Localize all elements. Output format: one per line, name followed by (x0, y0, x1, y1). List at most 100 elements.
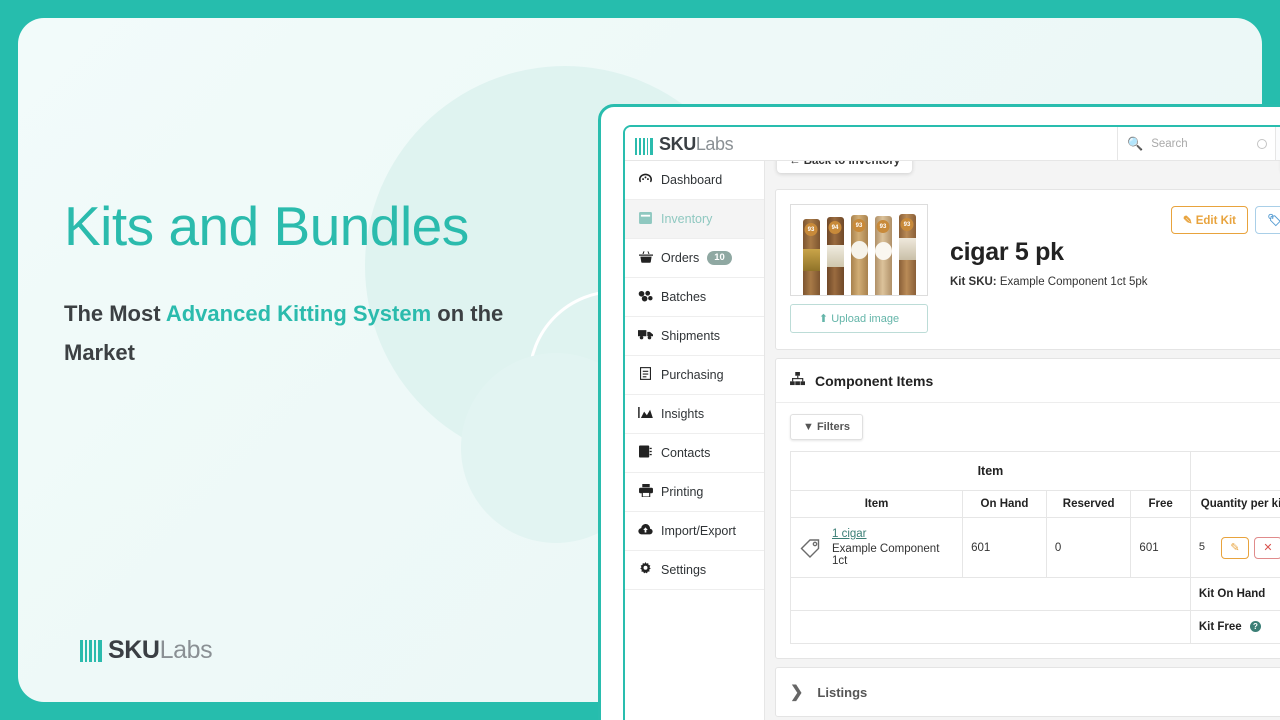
product-image: 93 94 93 93 93 (790, 204, 928, 296)
cloud-upload-icon (637, 523, 654, 539)
sidebar-label-batches: Batches (661, 290, 707, 304)
sidebar-item-contacts[interactable]: Contacts (625, 434, 764, 473)
cigar-band-4 (874, 242, 892, 260)
group-header-blank (1189, 451, 1280, 491)
cell-free: 601 (1130, 517, 1191, 578)
document-icon (637, 367, 654, 383)
globe-icon[interactable] (1275, 127, 1280, 160)
app-outer-frame: SKULabs 🔍 Dashboard (598, 104, 1280, 720)
column-reserved: Reserved (1045, 490, 1132, 518)
listings-label: Listings (817, 684, 868, 700)
price-tag-icon (799, 536, 823, 560)
product-card: 93 94 93 93 93 ⬆ Upload image cigar 5 pk… (775, 189, 1280, 350)
sidebar-label-settings: Settings (661, 563, 707, 577)
cigar-band-3 (850, 241, 868, 259)
column-quantity-per-kit: Quantity per kit (1189, 490, 1280, 518)
upload-image-label: Upload image (831, 313, 900, 325)
sidebar-item-orders[interactable]: Orders 10 (625, 239, 764, 278)
app-body: Dashboard Inventory Orders 10 Batches Sh… (625, 161, 1280, 720)
hero-logo: SKULabs (80, 636, 213, 664)
cigar-5: 93 (898, 214, 916, 295)
sidebar-item-purchasing[interactable]: Purchasing (625, 356, 764, 395)
app-logo[interactable]: SKULabs (625, 133, 734, 155)
truck-icon (637, 329, 654, 343)
table-footer-row-kit-free: Kit Free ? (790, 610, 1280, 644)
back-to-inventory-button[interactable]: ← Back to Inventory (777, 161, 913, 173)
hero-logo-sku: SKU (108, 636, 160, 664)
hero-logo-labs: Labs (159, 636, 213, 664)
filters-button[interactable]: ▼ Filters (790, 414, 863, 440)
dashboard-icon (637, 173, 654, 187)
chevron-right-icon: ❯ (790, 684, 804, 701)
listings-card[interactable]: ❯ Listings (775, 667, 1280, 717)
back-to-inventory-label: Back to Inventory (803, 161, 901, 167)
cigar-band-1 (802, 249, 820, 271)
sidebar-label-inventory: Inventory (661, 212, 713, 226)
printer-icon (637, 484, 654, 500)
cell-reserved: 0 (1045, 517, 1132, 578)
table-row: 1 cigar Example Component 1ct 601 0 601 (789, 517, 1280, 578)
quantity-value: 5 (1198, 540, 1205, 553)
gear-icon (637, 562, 654, 578)
orders-badge: 10 (707, 250, 732, 266)
sidebar-item-printing[interactable]: Printing (625, 473, 764, 512)
hero-title: Kits and Bundles (64, 195, 469, 257)
component-items-card: Component Items ▼ Filters Item Item On H… (775, 358, 1280, 659)
sidebar-label-shipments: Shipments (661, 329, 721, 343)
sidebar-label-purchasing: Purchasing (661, 368, 724, 382)
pencil-icon: ✎ (1182, 215, 1193, 227)
footer-blank-2 (790, 610, 1191, 644)
filters-label: Filters (816, 421, 850, 433)
sidebar-item-import-export[interactable]: Import/Export (625, 512, 764, 551)
batches-icon (637, 290, 654, 305)
delete-component-button[interactable]: ✕ (1254, 536, 1280, 559)
app-window: SKULabs 🔍 Dashboard (623, 125, 1280, 720)
main-inner: 93 94 93 93 93 ⬆ Upload image cigar 5 pk… (765, 189, 1280, 717)
cigar-rating-4: 93 (876, 220, 890, 233)
sidebar-item-batches[interactable]: Batches (625, 278, 764, 317)
edit-component-button[interactable]: ✎ (1221, 536, 1249, 559)
hero-subtitle-accent: Advanced Kitting System (165, 300, 432, 326)
column-free: Free (1130, 490, 1191, 518)
sidebar-label-dashboard: Dashboard (661, 173, 723, 187)
search-container[interactable]: 🔍 (1117, 127, 1275, 160)
search-icon: 🔍 (1127, 135, 1144, 151)
component-items-header: Component Items (776, 359, 1280, 403)
kit-on-hand-label: Kit On Hand (1189, 577, 1280, 611)
components-table: Item Item On Hand Reserved Free Quantity… (789, 451, 1280, 644)
hero-subtitle-pre: The Most (64, 300, 166, 326)
sidebar-label-insights: Insights (661, 407, 705, 421)
footer-blank-1 (790, 577, 1191, 611)
app-topbar: SKULabs 🔍 (625, 127, 1280, 161)
sidebar-item-shipments[interactable]: Shipments (625, 317, 764, 356)
filter-funnel-icon: ▼ (803, 421, 814, 433)
chart-icon (637, 407, 654, 421)
column-on-hand: On Hand (962, 490, 1047, 518)
sidebar-item-insights[interactable]: Insights (625, 395, 764, 434)
sidebar-item-dashboard[interactable]: Dashboard (625, 161, 764, 200)
help-icon[interactable]: ? (1249, 621, 1261, 633)
item-subtitle: Example Component 1ct (832, 543, 940, 567)
table-group-header-row: Item (790, 451, 1280, 491)
tag-button[interactable]: 🏷 (1254, 206, 1280, 234)
group-header-item: Item (790, 451, 1191, 491)
cell-item: 1 cigar Example Component 1ct (789, 517, 964, 578)
item-link[interactable]: 1 cigar (832, 528, 954, 540)
search-input[interactable] (1151, 137, 1244, 150)
cigar-rating-3: 93 (852, 219, 866, 232)
edit-kit-button[interactable]: ✎ Edit Kit (1170, 206, 1248, 234)
clear-search-icon[interactable] (1257, 138, 1267, 149)
sidebar-label-orders: Orders (661, 251, 700, 265)
sidebar-item-inventory[interactable]: Inventory (625, 200, 764, 239)
orders-basket-icon (637, 250, 654, 266)
app-logo-sku: SKU (659, 133, 696, 154)
cigar-1: 93 (802, 219, 820, 295)
sidebar: Dashboard Inventory Orders 10 Batches Sh… (625, 161, 765, 720)
tag-icon: 🏷 (1267, 215, 1280, 227)
sidebar-item-settings[interactable]: Settings (625, 551, 764, 590)
cigar-2: 94 (826, 217, 844, 295)
hero-content: Kits and Bundles The Most Advanced Kitti… (64, 195, 564, 372)
upload-image-button[interactable]: ⬆ Upload image (790, 304, 928, 333)
product-info: cigar 5 pk Kit SKU: Example Component 1c… (950, 204, 1148, 333)
cigar-rating-2: 94 (828, 221, 842, 234)
